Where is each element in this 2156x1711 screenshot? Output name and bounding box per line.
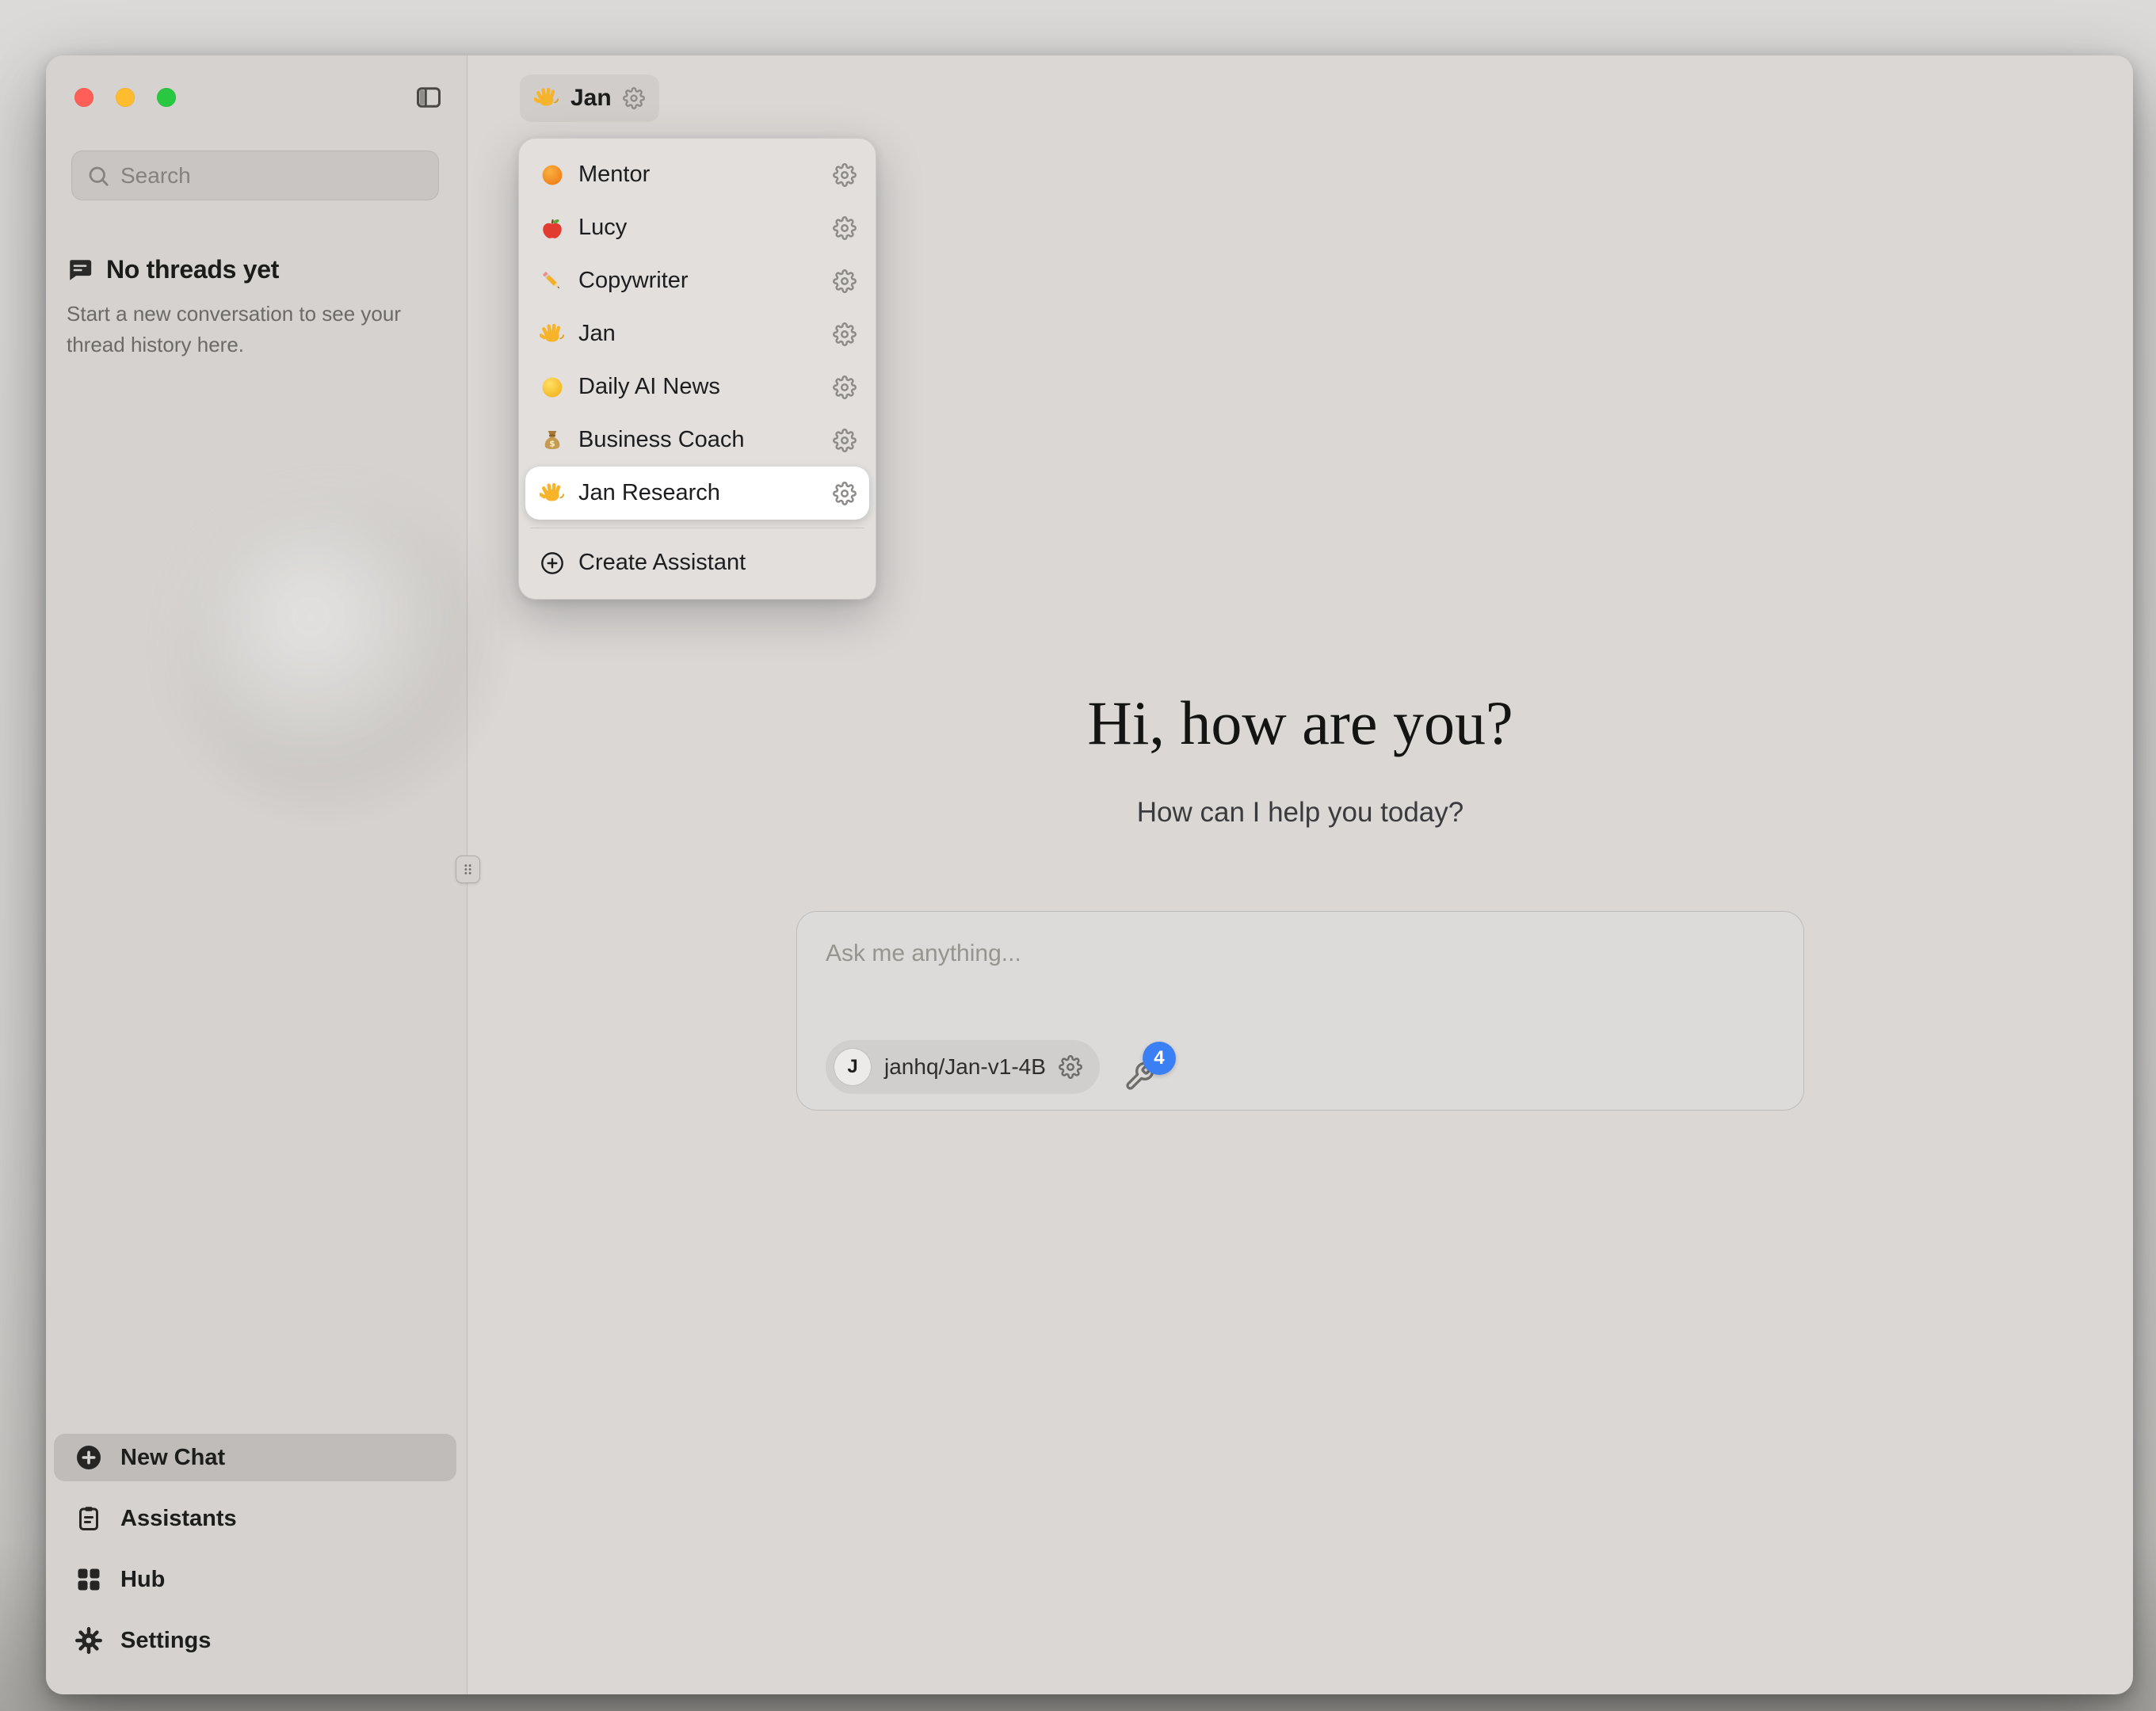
minimize-window-button[interactable] [116,88,135,107]
chat-input-placeholder: Ask me anything... [826,940,1021,967]
gear-icon[interactable] [833,216,857,240]
tools-count-badge: 4 [1143,1042,1176,1075]
create-assistant-button[interactable]: Create Assistant [525,536,869,589]
sidebar-item-assistants[interactable]: Assistants [54,1495,456,1542]
sidebar-resize-handle[interactable] [456,856,480,883]
gear-icon[interactable] [833,482,857,505]
composer-toolbar: J janhq/Jan-v1-4B 4 [826,1040,1165,1094]
wave-emoji-icon [534,86,559,111]
assistant-menu-item-jan-research[interactable]: Jan Research [525,467,869,520]
drag-dots-icon [460,861,476,878]
wave-emoji-icon [540,322,565,347]
desktop-background: Search No threads yet Start a new conver… [0,0,2156,1711]
sidebar: Search No threads yet Start a new conver… [46,55,467,1694]
zoom-window-button[interactable] [157,88,176,107]
greeting-title: Hi, how are you? [467,689,2133,757]
sidebar-item-new-chat[interactable]: New Chat [54,1434,456,1481]
apple-emoji-icon [540,215,565,241]
gear-icon[interactable] [833,269,857,293]
background-glow [181,499,490,808]
assistant-selector-button[interactable]: Jan [520,74,659,122]
close-window-button[interactable] [74,88,93,107]
moneybag-emoji-icon [540,428,565,453]
model-avatar: J [834,1048,872,1086]
model-selector-button[interactable]: J janhq/Jan-v1-4B [826,1040,1100,1094]
assistant-menu-item-business-coach[interactable]: Business Coach [525,413,869,467]
assistants-icon [74,1504,103,1533]
menu-item-label: Business Coach [578,427,833,453]
nav-label: Assistants [120,1506,237,1532]
sidebar-nav: New Chat Assistants Hub Settings [54,1420,456,1664]
orange-emoji-icon [540,162,565,188]
pencil-emoji-icon [540,269,565,294]
sidebar-toggle-button[interactable] [414,83,444,112]
chat-bubble-icon [67,257,93,284]
assistant-menu-item-lucy[interactable]: Lucy [525,201,869,254]
plus-circle-outline-icon [540,551,565,576]
assistant-menu-item-mentor[interactable]: Mentor [525,148,869,201]
menu-item-label: Lucy [578,215,833,241]
model-settings-gear-icon[interactable] [1059,1055,1082,1079]
assistant-menu-item-copywriter[interactable]: Copywriter [525,254,869,307]
wave-emoji-icon [540,481,565,506]
chat-input[interactable]: Ask me anything... J janhq/Jan-v1-4B 4 [796,911,1804,1111]
main-area: Jan Mentor Lucy Copywriter [467,55,2133,1694]
plus-circle-icon [74,1443,103,1472]
hub-icon [74,1565,103,1594]
menu-item-label: Jan Research [578,480,833,506]
search-input[interactable]: Search [71,151,439,200]
search-icon [86,164,110,188]
menu-item-label: Daily AI News [578,374,833,400]
nav-label: New Chat [120,1445,225,1471]
empty-state-title: No threads yet [106,255,279,284]
menu-item-label: Jan [578,321,833,347]
assistant-settings-gear-icon[interactable] [623,87,645,109]
gear-icon[interactable] [833,375,857,399]
empty-threads-state: No threads yet Start a new conversation … [67,255,422,360]
sidebar-panel-icon [414,83,444,112]
gear-icon[interactable] [833,163,857,187]
assistant-name: Jan [570,85,612,112]
gear-icon[interactable] [833,322,857,346]
sidebar-item-hub[interactable]: Hub [54,1556,456,1603]
search-placeholder: Search [120,163,191,189]
assistant-menu: Mentor Lucy Copywriter Jan [518,138,876,600]
nav-label: Settings [120,1628,211,1654]
assistant-menu-item-daily-ai-news[interactable]: Daily AI News [525,360,869,413]
model-name: janhq/Jan-v1-4B [884,1054,1046,1080]
welcome-section: Hi, how are you? How can I help you toda… [467,689,2133,1111]
greeting-subtitle: How can I help you today? [467,797,2133,829]
assistant-menu-item-jan[interactable]: Jan [525,307,869,360]
gear-icon[interactable] [833,429,857,452]
menu-item-label: Mentor [578,162,833,188]
create-assistant-label: Create Assistant [578,550,746,576]
tools-button[interactable]: 4 [1124,1048,1165,1094]
empty-state-description: Start a new conversation to see your thr… [67,299,422,360]
sidebar-item-settings[interactable]: Settings [54,1617,456,1664]
app-window: Search No threads yet Start a new conver… [46,55,2133,1694]
settings-gear-icon [74,1626,103,1655]
nav-label: Hub [120,1567,165,1593]
yellow-circle-emoji-icon [540,375,565,400]
menu-item-label: Copywriter [578,268,833,294]
